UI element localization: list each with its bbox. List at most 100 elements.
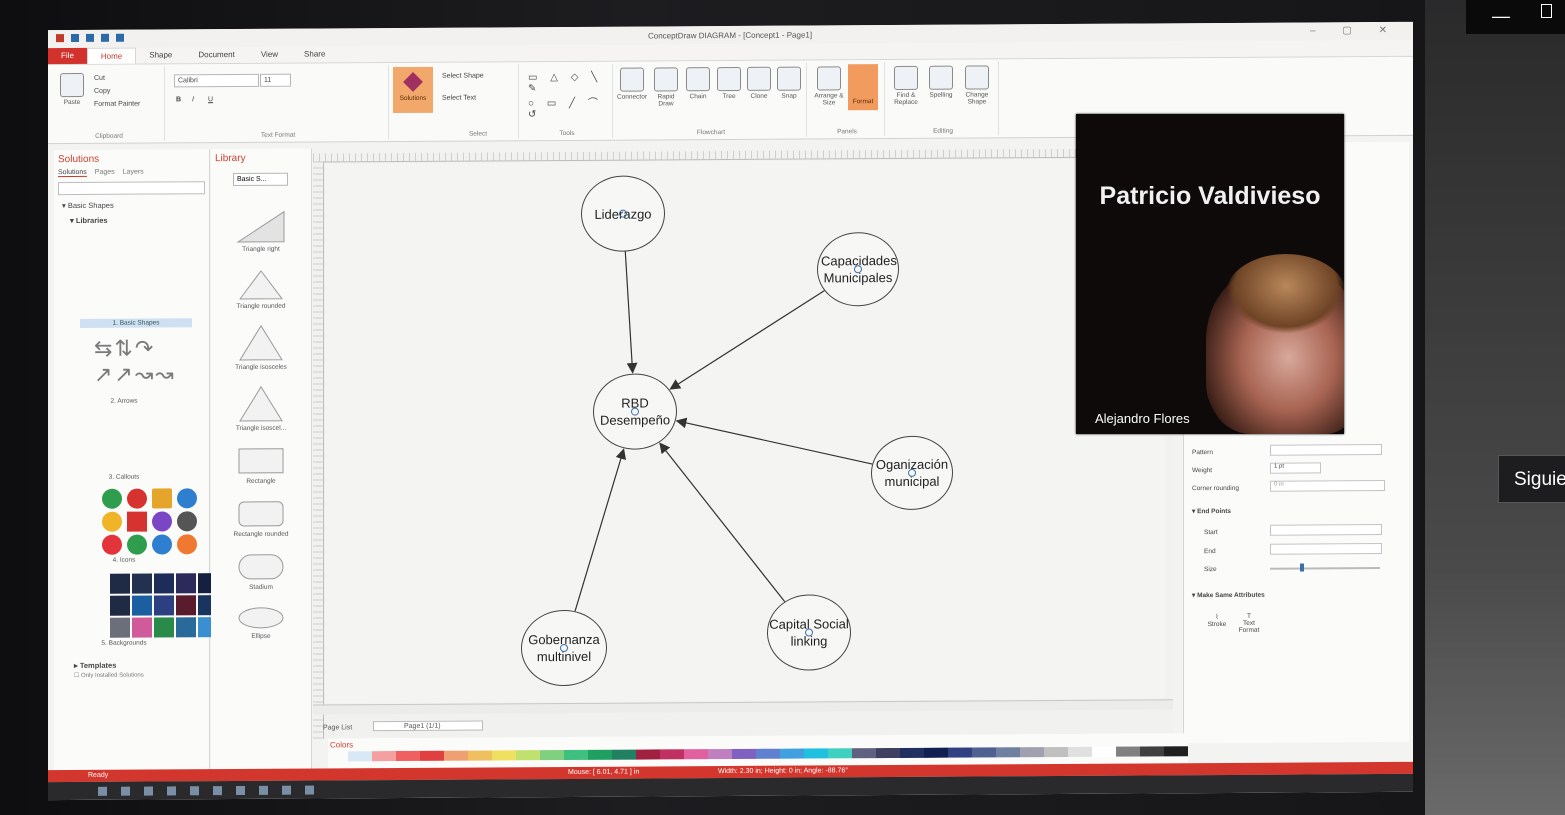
- templates-item[interactable]: ▸ Templates: [74, 660, 209, 670]
- edge-capacidades-to-rbd[interactable]: [669, 290, 825, 390]
- chrome-icon[interactable]: [236, 785, 245, 795]
- color-swatch[interactable]: [1020, 747, 1044, 758]
- tree-item-libraries[interactable]: ▾ Libraries: [62, 215, 209, 225]
- basic-shapes-thumbnails[interactable]: [54, 230, 209, 311]
- color-swatch[interactable]: [468, 750, 492, 761]
- library-backgrounds[interactable]: 5. Backgrounds: [54, 639, 194, 647]
- snap-button[interactable]: Snap: [776, 66, 802, 100]
- explorer-icon[interactable]: [167, 785, 176, 795]
- underline-button[interactable]: U: [208, 96, 213, 103]
- tree-button[interactable]: Tree: [716, 66, 742, 100]
- size-slider-thumb[interactable]: [1300, 563, 1304, 572]
- color-swatch[interactable]: [564, 749, 588, 761]
- redo-icon[interactable]: [116, 33, 124, 42]
- stroke-button[interactable]: ⌇ Stroke: [1202, 613, 1232, 628]
- color-swatch[interactable]: [1140, 746, 1164, 757]
- save-icon[interactable]: [86, 33, 94, 42]
- color-swatch[interactable]: [396, 750, 420, 762]
- color-swatch[interactable]: [900, 747, 924, 758]
- library-selector[interactable]: Basic S...: [233, 172, 288, 187]
- color-swatch[interactable]: [1092, 746, 1116, 757]
- end-points-section[interactable]: ▾ End Points: [1192, 507, 1231, 515]
- callouts-thumbnail[interactable]: [54, 406, 209, 472]
- start-icon[interactable]: [98, 786, 107, 796]
- shape-triangle-isosceles-2[interactable]: Triangle isoscel...: [211, 385, 311, 433]
- solutions-search-input[interactable]: [58, 181, 205, 196]
- arrows-thumbnail[interactable]: ⇆⇅↷ ↗↗↝↝: [94, 335, 209, 396]
- edge-icon[interactable]: [213, 785, 222, 795]
- drawing-tools-row2[interactable]: ○ ▭ ╱ ⌒ ↺: [528, 94, 612, 120]
- format-painter-button[interactable]: Format Painter: [94, 101, 140, 108]
- library-basic-shapes[interactable]: 1. Basic Shapes: [80, 318, 192, 328]
- window-controls[interactable]: – ▢ ✕: [1310, 25, 1399, 37]
- color-swatch[interactable]: [924, 747, 948, 758]
- color-swatch[interactable]: [708, 748, 732, 760]
- color-swatch[interactable]: [348, 751, 372, 762]
- search-icon[interactable]: [121, 786, 130, 796]
- arrange-size-button[interactable]: Arrange & Size: [812, 66, 846, 106]
- shape-rectangle-rounded[interactable]: Rectangle rounded: [211, 499, 311, 539]
- only-installed-checkbox[interactable]: ☐ Only Installed Solutions: [74, 671, 209, 679]
- color-swatch[interactable]: [420, 750, 444, 761]
- edge-liderazgo-to-rbd[interactable]: [624, 251, 638, 374]
- color-swatch[interactable]: [372, 751, 396, 762]
- library-icons[interactable]: 4. Icons: [54, 556, 194, 564]
- shape-ellipse[interactable]: Ellipse: [211, 605, 311, 641]
- italic-button[interactable]: I: [192, 96, 194, 103]
- node-liderazgo[interactable]: Liderazgo: [581, 175, 665, 252]
- copy-button[interactable]: Copy: [94, 88, 110, 95]
- edge-gobernanza-to-rbd[interactable]: [574, 448, 627, 612]
- color-swatch[interactable]: [1164, 746, 1188, 757]
- weight-input[interactable]: 1 pt: [1270, 462, 1321, 474]
- library-arrows[interactable]: 2. Arrows: [54, 397, 194, 405]
- chain-button[interactable]: Chain: [684, 67, 712, 100]
- text-format-button[interactable]: T Text Format: [1234, 613, 1264, 634]
- edge-capital-to-rbd[interactable]: [659, 442, 786, 603]
- tab-home[interactable]: Home: [86, 47, 137, 64]
- tab-pages[interactable]: Pages: [95, 169, 115, 177]
- rapid-draw-button[interactable]: Rapid Draw: [652, 67, 680, 107]
- clone-button[interactable]: Clone: [746, 66, 772, 100]
- task-view-icon[interactable]: [144, 786, 153, 796]
- color-swatch[interactable]: [444, 750, 468, 761]
- node-rbd-desempeno[interactable]: RBD Desempeño: [593, 373, 677, 450]
- video-call-overlay[interactable]: Patricio Valdivieso Alejandro Flores: [1076, 114, 1344, 434]
- color-swatch[interactable]: [828, 748, 852, 759]
- color-swatch[interactable]: [540, 750, 564, 761]
- end-arrow-select[interactable]: [1270, 543, 1382, 555]
- next-tooltip[interactable]: Siguie: [1498, 455, 1565, 503]
- tab-layers[interactable]: Layers: [123, 169, 144, 177]
- select-text-button[interactable]: Select Text: [442, 95, 476, 102]
- color-swatch[interactable]: [684, 749, 708, 760]
- change-shape-button[interactable]: Change Shape: [960, 65, 994, 106]
- color-swatch[interactable]: [996, 747, 1020, 758]
- drawing-tools[interactable]: ▭ △ ◇ ╲ ✎: [528, 72, 612, 94]
- drawing-canvas[interactable]: Liderazgo Capacidades Municipales RBD De…: [313, 148, 1173, 739]
- start-arrow-select[interactable]: [1270, 524, 1382, 536]
- minimize-icon[interactable]: —: [1492, 6, 1510, 27]
- color-swatch[interactable]: [1116, 746, 1140, 757]
- new-file-icon[interactable]: [71, 33, 79, 43]
- edge-organizacion-to-rbd[interactable]: [675, 417, 873, 466]
- cut-button[interactable]: Cut: [94, 75, 105, 82]
- color-swatch[interactable]: [1044, 746, 1068, 758]
- select-shape-button[interactable]: Select Shape: [442, 73, 484, 80]
- color-swatch[interactable]: [660, 749, 684, 760]
- color-swatch[interactable]: [516, 750, 540, 761]
- color-swatch[interactable]: [492, 750, 516, 761]
- backgrounds-thumbnail[interactable]: [110, 573, 218, 638]
- library-callouts[interactable]: 3. Callouts: [54, 473, 194, 481]
- color-swatch[interactable]: [852, 748, 876, 759]
- color-swatch[interactable]: [972, 747, 996, 758]
- shape-stadium[interactable]: Stadium: [211, 552, 311, 592]
- color-swatch[interactable]: [636, 749, 660, 760]
- size-slider[interactable]: [1270, 567, 1380, 570]
- color-swatch[interactable]: [780, 748, 804, 759]
- pattern-select[interactable]: [1270, 444, 1382, 456]
- color-swatch[interactable]: [1068, 746, 1092, 757]
- page-selector[interactable]: Page1 (1/1): [373, 720, 483, 732]
- paste-button[interactable]: Paste: [58, 72, 86, 106]
- color-swatch[interactable]: [948, 747, 972, 758]
- color-swatch[interactable]: [588, 749, 612, 760]
- corner-rounding-input[interactable]: 0 in: [1270, 480, 1385, 492]
